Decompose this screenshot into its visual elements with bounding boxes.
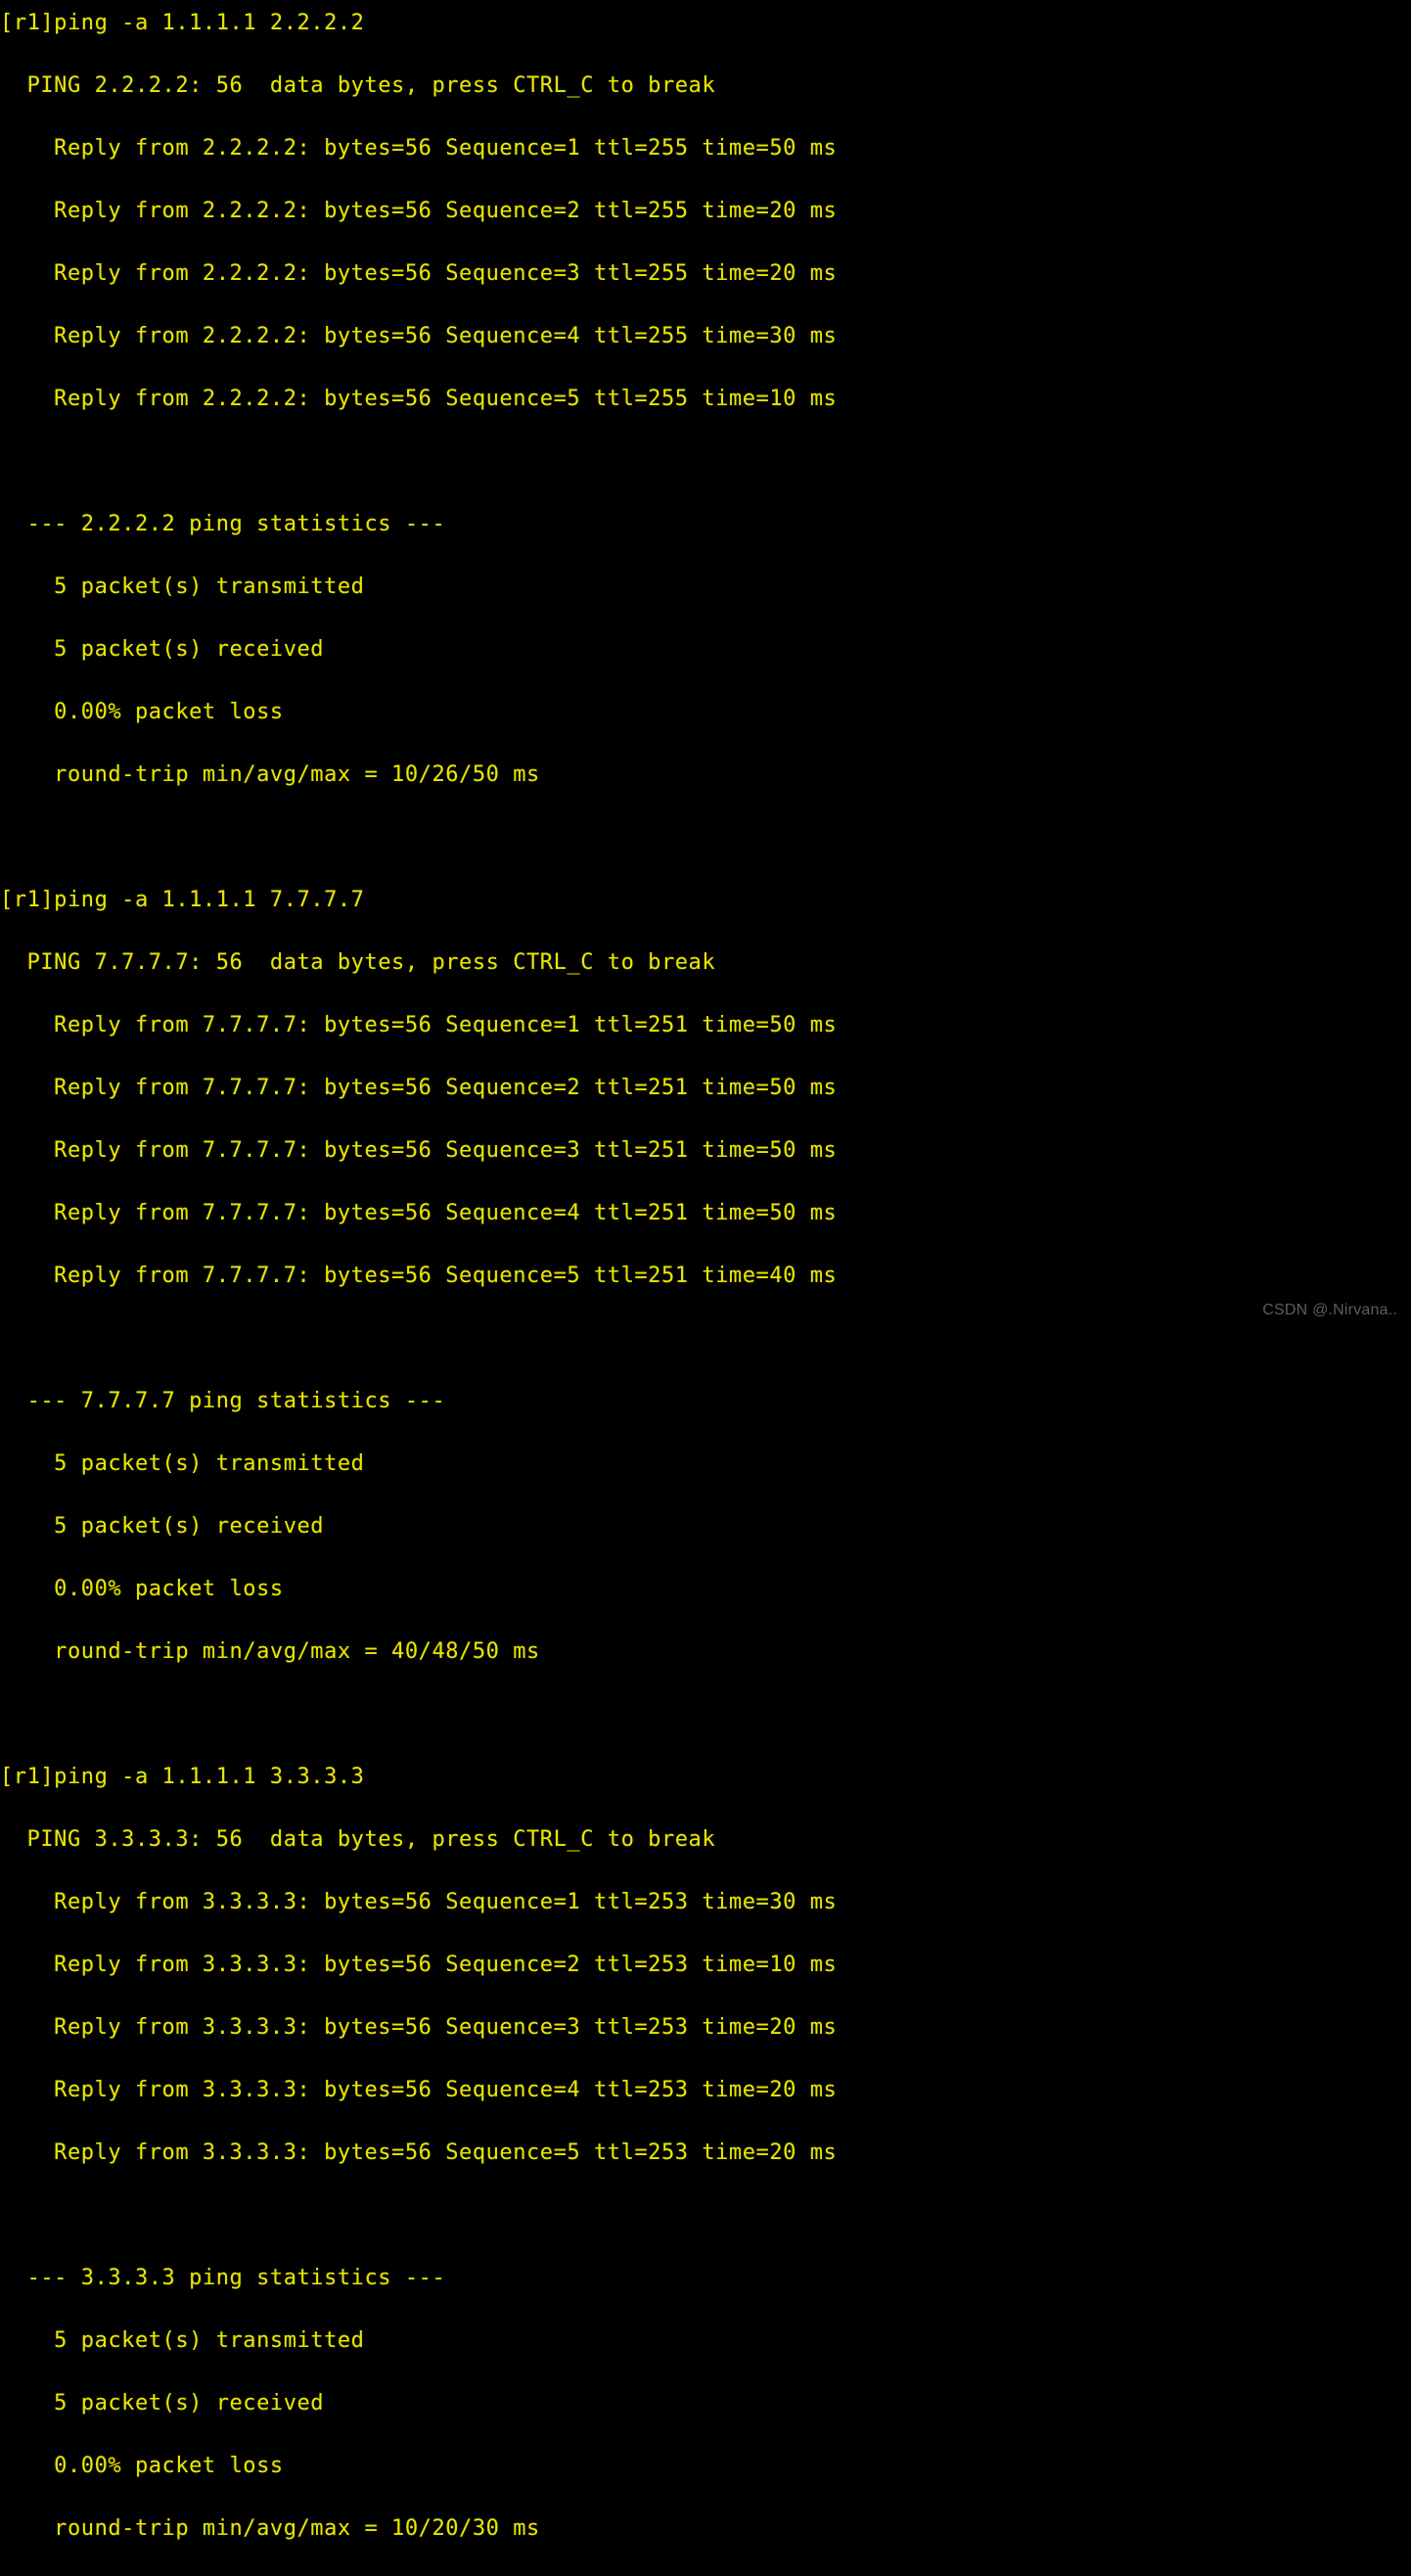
packets-transmitted-line: 5 packet(s) transmitted: [0, 1451, 365, 1476]
packet-loss-line: 0.00% packet loss: [0, 1577, 284, 1601]
packets-transmitted-line: 5 packet(s) transmitted: [0, 575, 365, 599]
ping-reply-line: Reply from 3.3.3.3: bytes=56 Sequence=5 …: [0, 2140, 838, 2165]
ping-reply-line: Reply from 7.7.7.7: bytes=56 Sequence=2 …: [0, 1076, 838, 1100]
packet-loss-line: 0.00% packet loss: [0, 700, 284, 724]
ping-reply-line: Reply from 2.2.2.2: bytes=56 Sequence=2 …: [0, 199, 838, 223]
ping-statistics-title: --- 3.3.3.3 ping statistics ---: [0, 2266, 446, 2290]
watermark-label: CSDN @.Nirvana..: [1262, 1302, 1397, 1318]
round-trip-line: round-trip min/avg/max = 10/20/30 ms: [0, 2516, 540, 2541]
packets-received-line: 5 packet(s) received: [0, 2391, 325, 2415]
ping-statistics-title: --- 7.7.7.7 ping statistics ---: [0, 1389, 446, 1413]
ping-reply-line: Reply from 2.2.2.2: bytes=56 Sequence=4 …: [0, 324, 838, 348]
ping-reply-line: Reply from 7.7.7.7: bytes=56 Sequence=1 …: [0, 1013, 838, 1037]
ping-header-line: PING 7.7.7.7: 56 data bytes, press CTRL_…: [0, 950, 716, 975]
packets-transmitted-line: 5 packet(s) transmitted: [0, 2328, 365, 2353]
command-prompt-line: [r1]ping -a 1.1.1.1 2.2.2.2: [0, 11, 365, 35]
ping-header-line: PING 3.3.3.3: 56 data bytes, press CTRL_…: [0, 1827, 716, 1852]
packets-received-line: 5 packet(s) received: [0, 1514, 325, 1539]
command-prompt-line: [r1]ping -a 1.1.1.1 7.7.7.7: [0, 888, 365, 912]
ping-reply-line: Reply from 2.2.2.2: bytes=56 Sequence=3 …: [0, 261, 838, 286]
console-output[interactable]: [r1]ping -a 1.1.1.1 2.2.2.2 PING 2.2.2.2…: [0, 8, 1411, 2576]
ping-reply-line: Reply from 2.2.2.2: bytes=56 Sequence=5 …: [0, 387, 838, 411]
terminal-window[interactable]: [r1]ping -a 1.1.1.1 2.2.2.2 PING 2.2.2.2…: [0, 0, 1411, 2541]
ping-statistics-title: --- 2.2.2.2 ping statistics ---: [0, 512, 446, 536]
ping-reply-line: Reply from 2.2.2.2: bytes=56 Sequence=1 …: [0, 136, 838, 161]
packet-loss-line: 0.00% packet loss: [0, 2454, 284, 2478]
round-trip-line: round-trip min/avg/max = 40/48/50 ms: [0, 1639, 540, 1664]
ping-reply-line: Reply from 7.7.7.7: bytes=56 Sequence=5 …: [0, 1264, 838, 1288]
ping-header-line: PING 2.2.2.2: 56 data bytes, press CTRL_…: [0, 73, 716, 98]
ping-reply-line: Reply from 3.3.3.3: bytes=56 Sequence=2 …: [0, 1953, 838, 1977]
ping-reply-line: Reply from 7.7.7.7: bytes=56 Sequence=3 …: [0, 1138, 838, 1163]
command-prompt-line: [r1]ping -a 1.1.1.1 3.3.3.3: [0, 1765, 365, 1789]
packets-received-line: 5 packet(s) received: [0, 637, 325, 662]
ping-reply-line: Reply from 7.7.7.7: bytes=56 Sequence=4 …: [0, 1201, 838, 1225]
ping-reply-line: Reply from 3.3.3.3: bytes=56 Sequence=1 …: [0, 1890, 838, 1914]
ping-reply-line: Reply from 3.3.3.3: bytes=56 Sequence=3 …: [0, 2015, 838, 2040]
round-trip-line: round-trip min/avg/max = 10/26/50 ms: [0, 762, 540, 787]
ping-reply-line: Reply from 3.3.3.3: bytes=56 Sequence=4 …: [0, 2078, 838, 2102]
